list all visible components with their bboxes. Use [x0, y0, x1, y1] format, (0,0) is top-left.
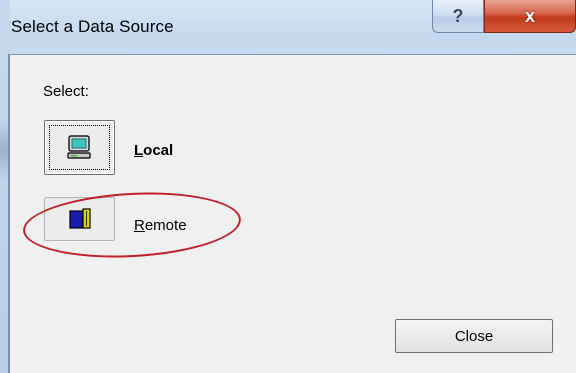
window-left-frame — [0, 0, 10, 373]
help-button[interactable]: ? — [432, 0, 484, 33]
close-icon: x — [524, 5, 535, 26]
help-icon: ? — [452, 5, 464, 26]
dialog-client-area: Select: Local Remote Close — [10, 54, 576, 373]
close-button-label: Close — [454, 327, 494, 345]
dialog-window: Select a Data Source ? x Select: Local R… — [0, 0, 576, 373]
local-mnemonic: L — [134, 142, 144, 159]
local-option-label[interactable]: Local — [134, 142, 173, 159]
local-label-rest: ocal — [143, 142, 174, 159]
window-title: Select a Data Source — [11, 17, 174, 36]
local-button[interactable] — [44, 120, 115, 175]
close-button[interactable]: Close — [395, 319, 553, 353]
computer-icon — [67, 135, 91, 159]
select-label: Select: — [43, 83, 89, 100]
window-close-button[interactable]: x — [484, 0, 576, 33]
